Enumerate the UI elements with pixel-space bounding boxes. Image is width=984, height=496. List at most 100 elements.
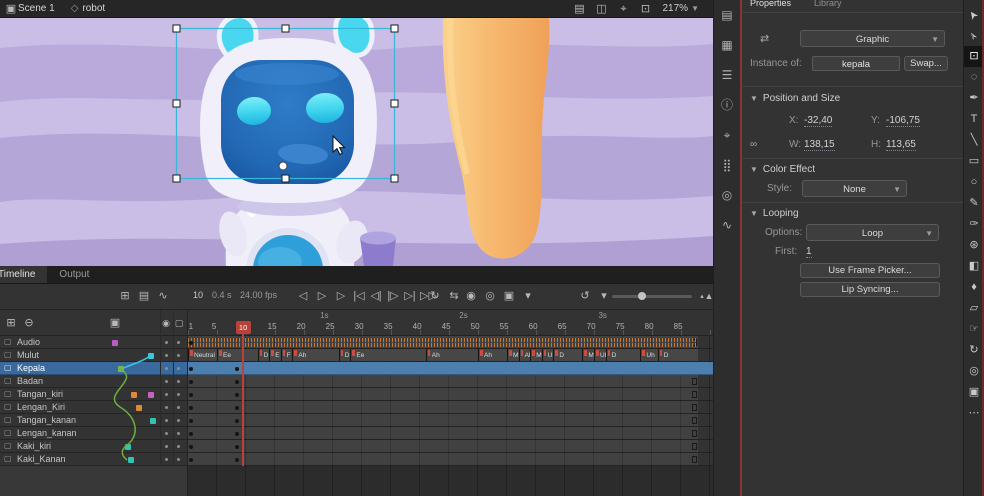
onion-skin-button[interactable]: ◉: [464, 288, 478, 304]
more-tools[interactable]: ⋯: [964, 403, 984, 424]
camera-toggle-button[interactable]: ▣: [108, 315, 122, 331]
layer-visibility-dot[interactable]: [165, 458, 168, 461]
prev-keyframe-button[interactable]: ◁|: [369, 288, 383, 304]
layer-lock-dot[interactable]: [177, 367, 180, 370]
align-panel-icon[interactable]: ▦: [714, 30, 740, 60]
layer-visibility-dot[interactable]: [165, 380, 168, 383]
insert-frame-icon[interactable]: ⊞: [118, 288, 132, 304]
behavior-dropdown[interactable]: Graphic ▼: [800, 30, 945, 47]
transform-panel-icon[interactable]: ⌖: [714, 120, 740, 150]
text-tool[interactable]: T: [964, 109, 984, 130]
tab-library[interactable]: Library: [814, 0, 842, 8]
camera-icon[interactable]: ▤: [573, 1, 587, 17]
layer-row[interactable]: ▢Lengan_Kiri: [0, 401, 187, 414]
layer-visibility-dot[interactable]: [165, 367, 168, 370]
lip-syncing-button[interactable]: Lip Syncing...: [800, 282, 940, 297]
playhead-head[interactable]: 10: [236, 321, 251, 334]
play-button[interactable]: ▷: [315, 288, 329, 304]
swatches-panel-icon[interactable]: ☰: [714, 60, 740, 90]
zoom-tool[interactable]: ◎: [964, 361, 984, 382]
current-frame-readout[interactable]: 10: [193, 290, 203, 300]
layer-row[interactable]: ▢Lengan_kanan: [0, 427, 187, 440]
clip-content-icon[interactable]: ⊡: [639, 1, 653, 17]
rectangle-tool[interactable]: ▭: [964, 151, 984, 172]
frame-row[interactable]: [188, 375, 713, 388]
y-value[interactable]: -106,75: [886, 115, 920, 127]
layer-visibility-dot[interactable]: [165, 354, 168, 357]
use-frame-picker-button[interactable]: Use Frame Picker...: [800, 263, 940, 278]
layer-lock-dot[interactable]: [177, 380, 180, 383]
loop-playback-button[interactable]: ↻: [428, 288, 442, 304]
mouth-keyframe-segment[interactable]: Uh: [594, 349, 606, 361]
lasso-tool[interactable]: ◌: [964, 67, 984, 88]
zoom-select[interactable]: 217% ▼: [663, 3, 700, 14]
free-transform-tool[interactable]: ⊡: [964, 46, 984, 67]
mouth-keyframe-segment[interactable]: D: [606, 349, 641, 361]
split-view-icon[interactable]: ◫: [595, 1, 609, 17]
delete-layer-button[interactable]: ⊖: [22, 315, 36, 331]
pencil-tool[interactable]: ✎: [964, 193, 984, 214]
layer-visibility-dot[interactable]: [165, 393, 168, 396]
frame-ruler[interactable]: 1s2s3s 151015202530354045505560657075808…: [188, 310, 713, 336]
layer-row[interactable]: ▢Tangan_kiri: [0, 388, 187, 401]
layer-visibility-dot[interactable]: [165, 432, 168, 435]
mouth-keyframe-segment[interactable]: Neutral: [188, 349, 217, 361]
last-frame-button[interactable]: ▷|: [403, 288, 417, 304]
layer-lock-dot[interactable]: [177, 341, 180, 344]
h-value[interactable]: 113,65: [886, 139, 916, 151]
instance-name-field[interactable]: kepala: [812, 56, 900, 71]
mouth-keyframe-segment[interactable]: Ah: [519, 349, 531, 361]
fps-readout[interactable]: 24.00 fps: [240, 290, 277, 300]
frame-row[interactable]: [188, 427, 713, 440]
w-value[interactable]: 138,15: [804, 139, 835, 151]
layer-row[interactable]: ▢Kepala: [0, 362, 187, 375]
edit-multiple-frames-button[interactable]: ▣: [502, 288, 516, 304]
mouth-keyframe-segment[interactable]: Ee: [350, 349, 425, 361]
brush-library-panel-icon[interactable]: ▤: [714, 0, 740, 30]
onion-outlines-button[interactable]: ◎: [483, 288, 497, 304]
mouth-keyframe-segment[interactable]: M: [582, 349, 594, 361]
layer-visibility-dot[interactable]: [165, 406, 168, 409]
frame-row[interactable]: NeutralEeDEFAhDEeAhAhMAhMUhDMUhDUhD: [188, 349, 713, 362]
tab-output[interactable]: Output: [47, 266, 101, 283]
reset-timeline-zoom-button[interactable]: ↺: [578, 288, 592, 304]
layer-visibility-dot[interactable]: [165, 341, 168, 344]
layer-lock-dot[interactable]: [177, 432, 180, 435]
mouth-keyframe-segment[interactable]: D: [258, 349, 270, 361]
marker-options-button[interactable]: ▾: [521, 288, 535, 304]
layer-row[interactable]: ▢Kaki_Kanan: [0, 453, 187, 466]
lock-icon[interactable]: ▢: [172, 315, 186, 331]
mouth-keyframe-segment[interactable]: Uh: [542, 349, 554, 361]
swap-button[interactable]: Swap...: [904, 56, 948, 71]
next-keyframe-button[interactable]: |▷: [386, 288, 400, 304]
info-panel-icon[interactable]: ⓘ: [714, 90, 740, 120]
mouth-keyframe-segment[interactable]: E: [269, 349, 281, 361]
first-frame-button[interactable]: |◁: [352, 288, 366, 304]
mouth-keyframe-segment[interactable]: M: [507, 349, 519, 361]
stage-canvas[interactable]: [0, 18, 713, 266]
eyedropper-tool[interactable]: ♦: [964, 277, 984, 298]
layer-lock-dot[interactable]: [177, 458, 180, 461]
mouth-keyframe-segment[interactable]: Ah: [478, 349, 507, 361]
pen-tool[interactable]: ✒: [964, 88, 984, 109]
layer-visibility-dot[interactable]: [165, 445, 168, 448]
section-color-effect[interactable]: ▼Color Effect: [750, 164, 815, 175]
x-value[interactable]: -32,40: [804, 115, 832, 127]
mouth-keyframe-segment[interactable]: Uh: [640, 349, 657, 361]
onion-skin-icon[interactable]: ▤: [137, 288, 151, 304]
step-forward-button[interactable]: ▷: [334, 288, 348, 304]
frame-row[interactable]: [188, 336, 713, 349]
paint-bucket-tool[interactable]: ◧: [964, 256, 984, 277]
breadcrumb-symbol[interactable]: robot: [82, 3, 105, 14]
layer-lock-dot[interactable]: [177, 354, 180, 357]
layer-row[interactable]: ▢Mulut: [0, 349, 187, 362]
hand-tool[interactable]: ☞: [964, 319, 984, 340]
frame-row[interactable]: [188, 388, 713, 401]
frame-row[interactable]: [188, 440, 713, 453]
layer-lock-dot[interactable]: [177, 445, 180, 448]
mouth-keyframe-segment[interactable]: D: [553, 349, 582, 361]
motion-editor-panel-icon[interactable]: ∿: [714, 210, 740, 240]
asset-warp-tool[interactable]: ⊛: [964, 235, 984, 256]
new-layer-button[interactable]: ⊞: [4, 315, 18, 331]
mouth-keyframe-segment[interactable]: F: [281, 349, 293, 361]
